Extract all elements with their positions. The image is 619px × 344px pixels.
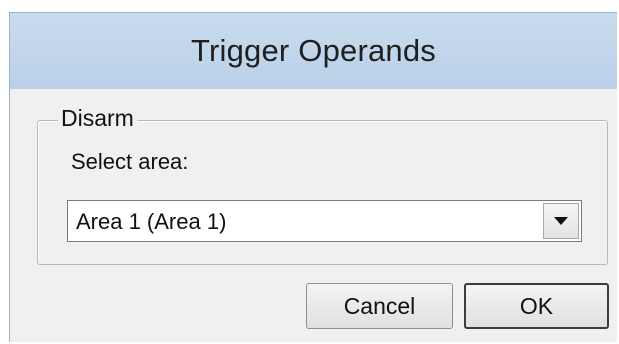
disarm-groupbox: Disarm Select area: Area 1 (Area 1): [37, 105, 608, 265]
groupbox-legend: Disarm: [58, 105, 137, 132]
dialog-title: Trigger Operands: [191, 33, 436, 68]
area-select[interactable]: Area 1 (Area 1): [67, 200, 582, 242]
area-select-dropdown-button[interactable]: [543, 203, 579, 239]
trigger-operands-dialog: Trigger Operands Disarm Select area: Are…: [9, 12, 617, 342]
dialog-body: Disarm Select area: Area 1 (Area 1) Canc…: [10, 89, 617, 342]
dialog-titlebar[interactable]: Trigger Operands: [10, 13, 617, 89]
chevron-down-icon: [554, 217, 568, 225]
select-area-label: Select area:: [71, 149, 189, 174]
area-select-value: Area 1 (Area 1): [76, 209, 227, 234]
cancel-button[interactable]: Cancel: [306, 283, 453, 329]
ok-button[interactable]: OK: [464, 283, 609, 329]
